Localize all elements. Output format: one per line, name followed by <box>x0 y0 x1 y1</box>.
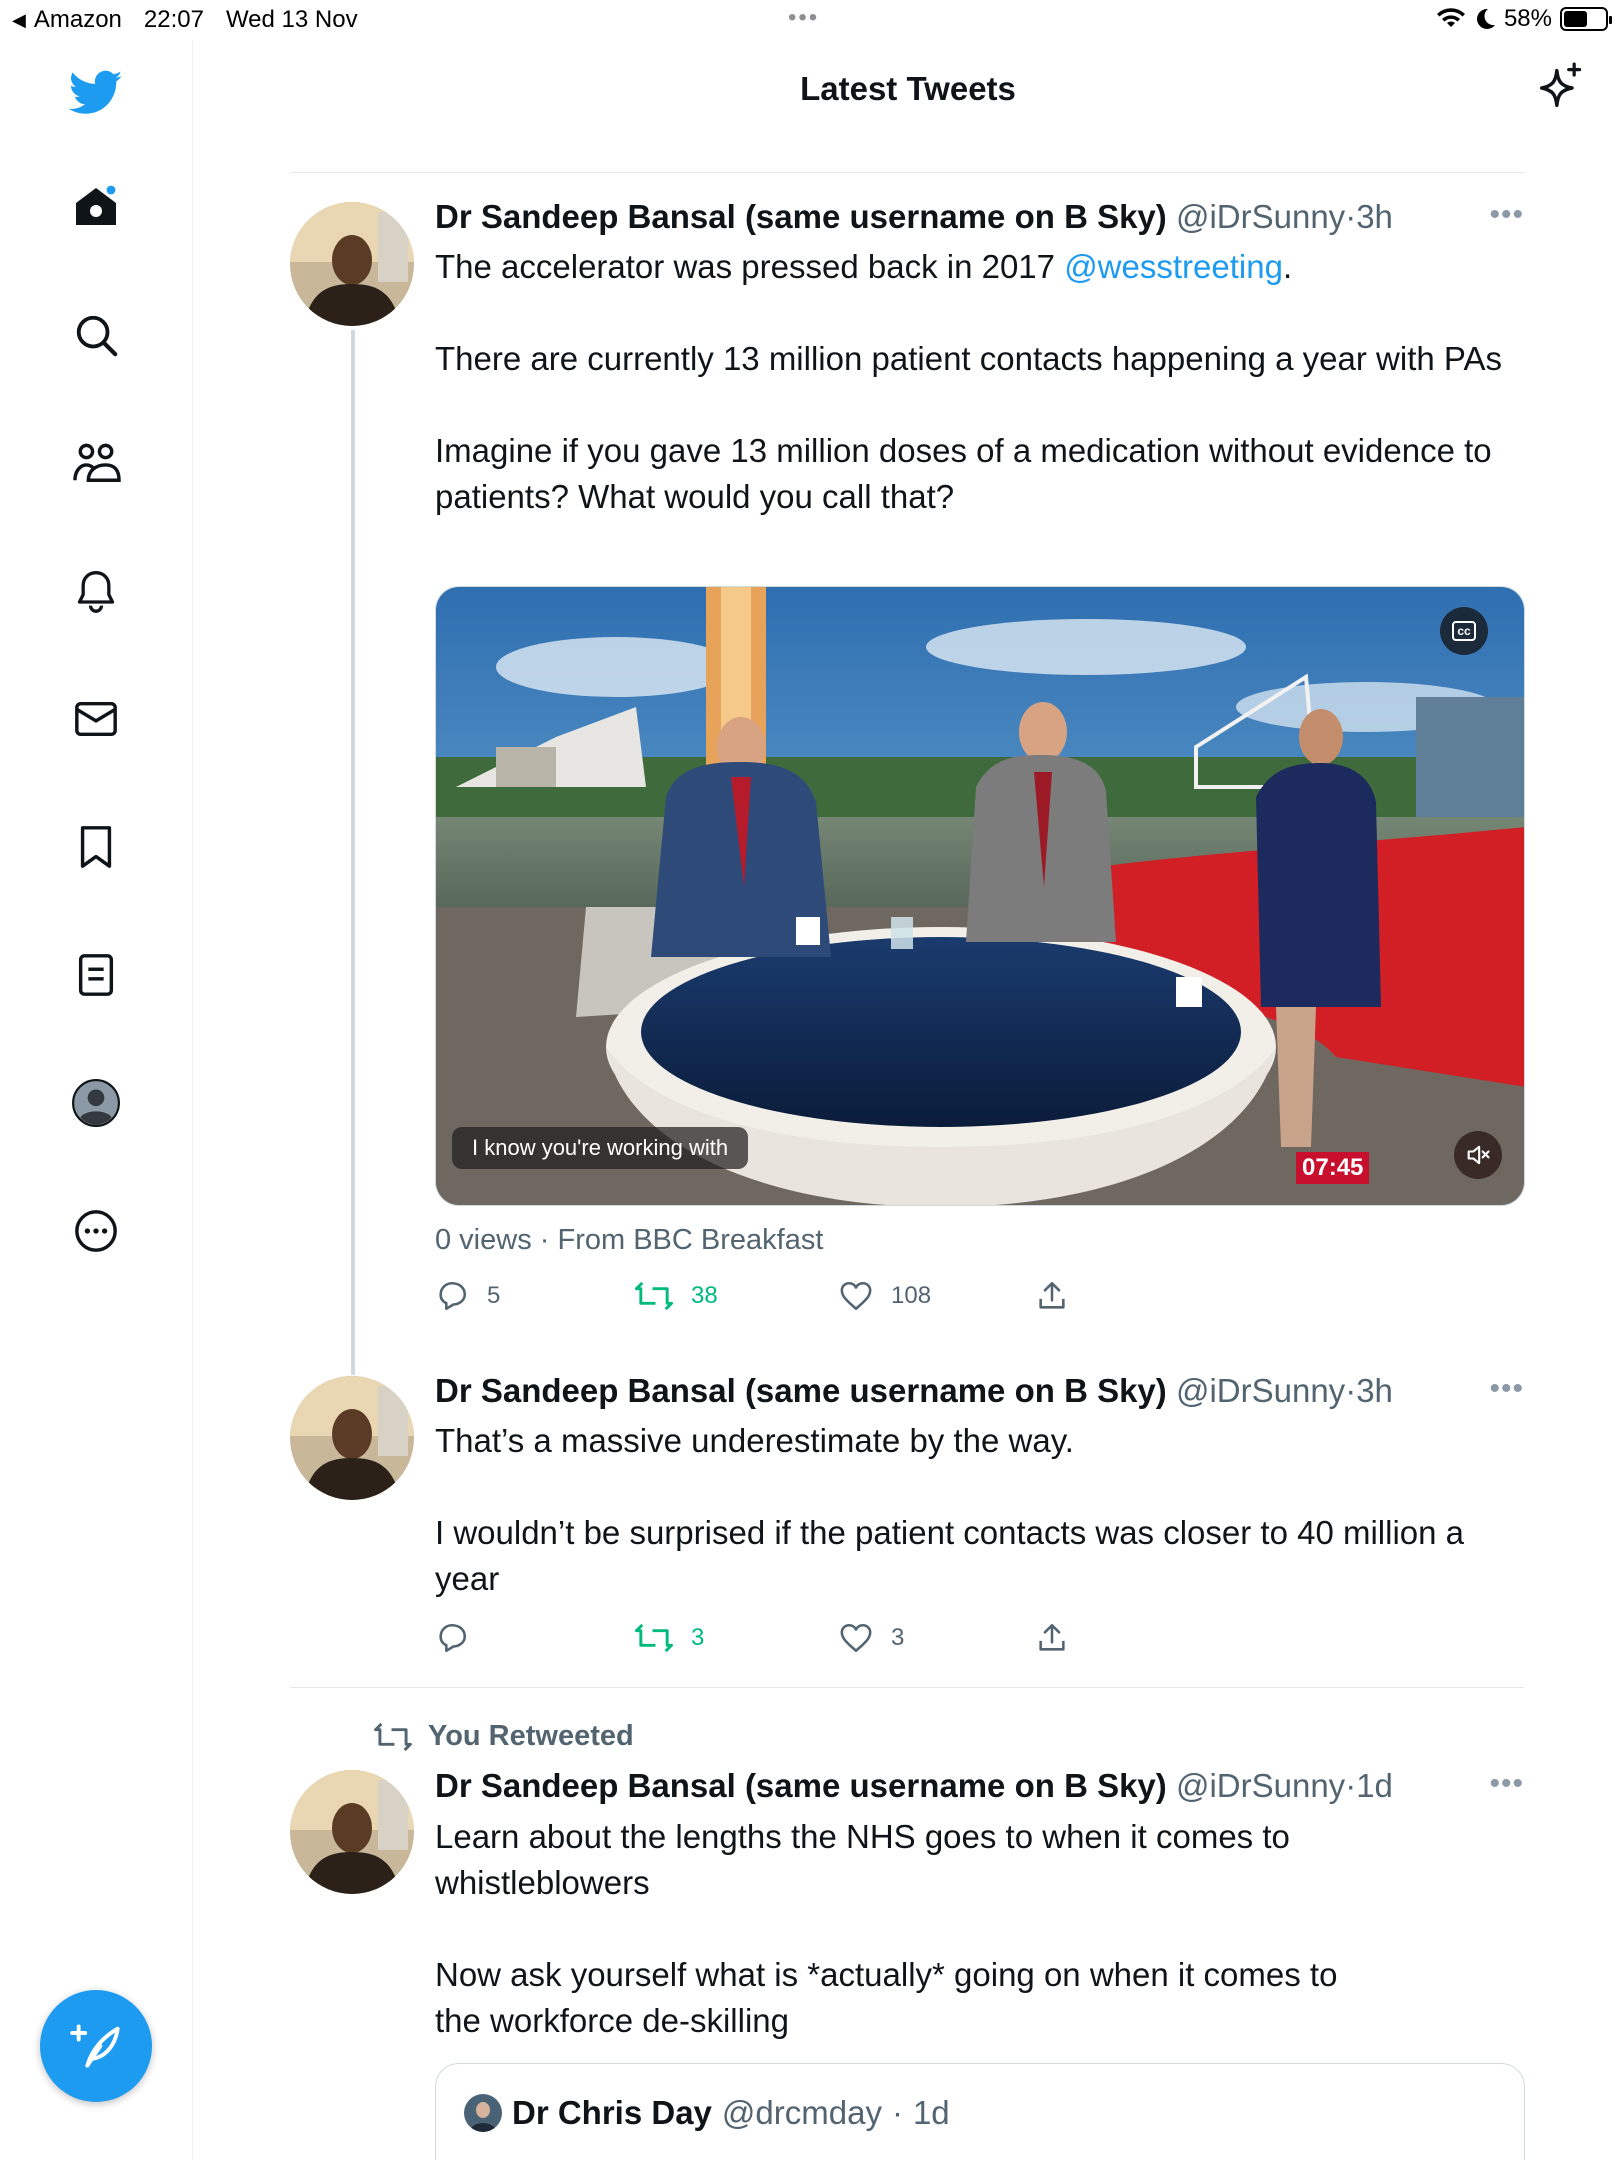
tweet-text: The accelerator was pressed back in 2017… <box>435 248 1502 515</box>
share-button[interactable] <box>1035 1618 1069 1658</box>
twitter-bird-icon[interactable] <box>63 60 129 126</box>
retweet-icon <box>374 1722 412 1751</box>
share-button[interactable] <box>1035 1276 1069 1316</box>
heart-icon <box>840 1281 872 1311</box>
author-handle[interactable]: @iDrSunny <box>1176 1767 1345 1804</box>
video-thumbnail <box>436 587 1524 1205</box>
status-date: Wed 13 Nov <box>225 6 358 33</box>
battery-icon <box>1560 7 1612 31</box>
retweet-button[interactable]: 38 <box>635 1276 718 1316</box>
reply-icon <box>439 1281 467 1311</box>
notifications-bell-icon[interactable] <box>63 558 129 624</box>
more-options-icon[interactable]: ••• <box>1489 1372 1524 1406</box>
status-bar: ◀ Amazon 22:07 Wed 13 Nov ••• 58% <box>0 0 1620 40</box>
share-icon <box>1039 1281 1065 1309</box>
profile-icon[interactable] <box>63 1070 129 1136</box>
quoted-avatar <box>464 2094 502 2132</box>
author-handle[interactable]: @iDrSunny <box>1176 1372 1345 1409</box>
wifi-icon <box>1436 8 1465 27</box>
tweet-actions: 3 3 <box>435 1618 1135 1658</box>
like-count: 108 <box>891 1282 932 1309</box>
more-options-icon[interactable]: ••• <box>1489 198 1524 232</box>
like-button[interactable]: 3 <box>839 1618 904 1658</box>
avatar[interactable] <box>290 1376 414 1500</box>
more-circle-icon[interactable] <box>63 1198 129 1264</box>
communities-icon[interactable] <box>63 430 129 496</box>
retweet-button[interactable]: 3 <box>635 1618 704 1658</box>
reply-count: 5 <box>487 1282 501 1309</box>
compose-feather-icon <box>70 2024 120 2068</box>
bookmark-icon[interactable] <box>63 814 129 880</box>
do-not-disturb-moon-icon <box>1476 8 1495 29</box>
like-button[interactable]: 108 <box>839 1276 931 1316</box>
author-name[interactable]: Dr Sandeep Bansal (same username on B Sk… <box>435 1767 1167 1804</box>
author-name[interactable]: Dr Sandeep Bansal (same username on B Sk… <box>435 198 1167 235</box>
author-name[interactable]: Dr Sandeep Bansal (same username on B Sk… <box>435 1372 1167 1409</box>
tweet-header: Dr Sandeep Bansal (same username on B Sk… <box>435 198 1393 235</box>
mute-button[interactable] <box>1454 1131 1502 1179</box>
messages-envelope-icon[interactable] <box>63 686 129 752</box>
tweet-header: Dr Sandeep Bansal (same username on B Sk… <box>435 1372 1393 1409</box>
lists-icon[interactable] <box>63 942 129 1008</box>
back-app-label[interactable]: Amazon <box>34 6 122 34</box>
battery-fill <box>1564 11 1587 27</box>
closed-captions-button[interactable]: cc <box>1440 607 1488 655</box>
tweet-time[interactable]: 1d <box>1356 1767 1393 1804</box>
page-title: Latest Tweets <box>800 70 1016 107</box>
avatar[interactable] <box>290 1770 414 1894</box>
video-views-line: 0 views · From BBC Breakfast <box>435 1224 824 1256</box>
tweet-divider <box>290 1687 1524 1688</box>
tweet-text: That’s a massive underestimate by the wa… <box>435 1422 1465 1597</box>
mention-link[interactable]: @wesstreeting <box>1064 248 1283 285</box>
quoted-author-name: Dr Chris Day <box>512 2094 712 2131</box>
quoted-tweet[interactable]: Dr Chris Day @drcmday · 1d <box>435 2063 1525 2160</box>
tweet-time[interactable]: 3h <box>1356 198 1393 235</box>
status-time: 22:07 <box>143 6 204 33</box>
avatar[interactable] <box>290 202 414 326</box>
reply-button[interactable] <box>435 1618 487 1658</box>
thread-line <box>351 330 355 1375</box>
video-timestamp: 07:45 <box>1296 1152 1370 1184</box>
retweeted-indicator: You Retweeted <box>374 1720 634 1753</box>
sidebar <box>0 40 193 2160</box>
share-icon <box>1039 1623 1065 1651</box>
tweet-time[interactable]: 3h <box>1356 1372 1393 1409</box>
heart-icon <box>840 1623 872 1653</box>
retweet-count: 3 <box>691 1624 705 1651</box>
retweeted-label[interactable]: You Retweeted <box>428 1720 634 1753</box>
search-icon[interactable] <box>63 302 129 368</box>
speaker-muted-icon <box>1467 1145 1490 1165</box>
quoted-author-handle: @drcmday <box>721 2094 882 2131</box>
back-arrow-icon[interactable]: ◀ <box>12 10 26 31</box>
reply-button[interactable]: 5 <box>435 1276 500 1316</box>
video-player[interactable]: cc I know you're working with 07:45 <box>435 586 1525 1206</box>
tweet-text: Learn about the lengths the NHS goes to … <box>435 1818 1338 2039</box>
retweet-icon <box>635 1281 673 1311</box>
retweet-count: 38 <box>691 1282 718 1309</box>
view-count: 0 views <box>435 1224 532 1256</box>
header-divider <box>290 172 1524 173</box>
tweet-actions: 5 38 108 <box>435 1276 1135 1316</box>
notification-dot <box>106 185 116 195</box>
home-icon[interactable] <box>63 174 129 240</box>
like-count: 3 <box>891 1624 905 1651</box>
reply-icon <box>439 1623 467 1653</box>
author-handle[interactable]: @iDrSunny <box>1176 198 1345 235</box>
tweet-header: Dr Sandeep Bansal (same username on B Sk… <box>435 1767 1393 1804</box>
quoted-tweet-header: Dr Chris Day @drcmday · 1d <box>464 2094 950 2132</box>
battery-percent: 58% <box>1503 5 1552 32</box>
quoted-tweet-time: 1d <box>912 2094 950 2131</box>
video-source[interactable]: From BBC Breakfast <box>557 1224 823 1256</box>
retweet-icon <box>635 1623 673 1653</box>
sparkle-timeline-icon[interactable] <box>1533 62 1585 114</box>
multitasking-dots-icon[interactable]: ••• <box>788 4 819 32</box>
compose-tweet-button[interactable] <box>40 1990 152 2102</box>
more-options-icon[interactable]: ••• <box>1489 1767 1524 1801</box>
video-caption: I know you're working with <box>452 1127 749 1169</box>
